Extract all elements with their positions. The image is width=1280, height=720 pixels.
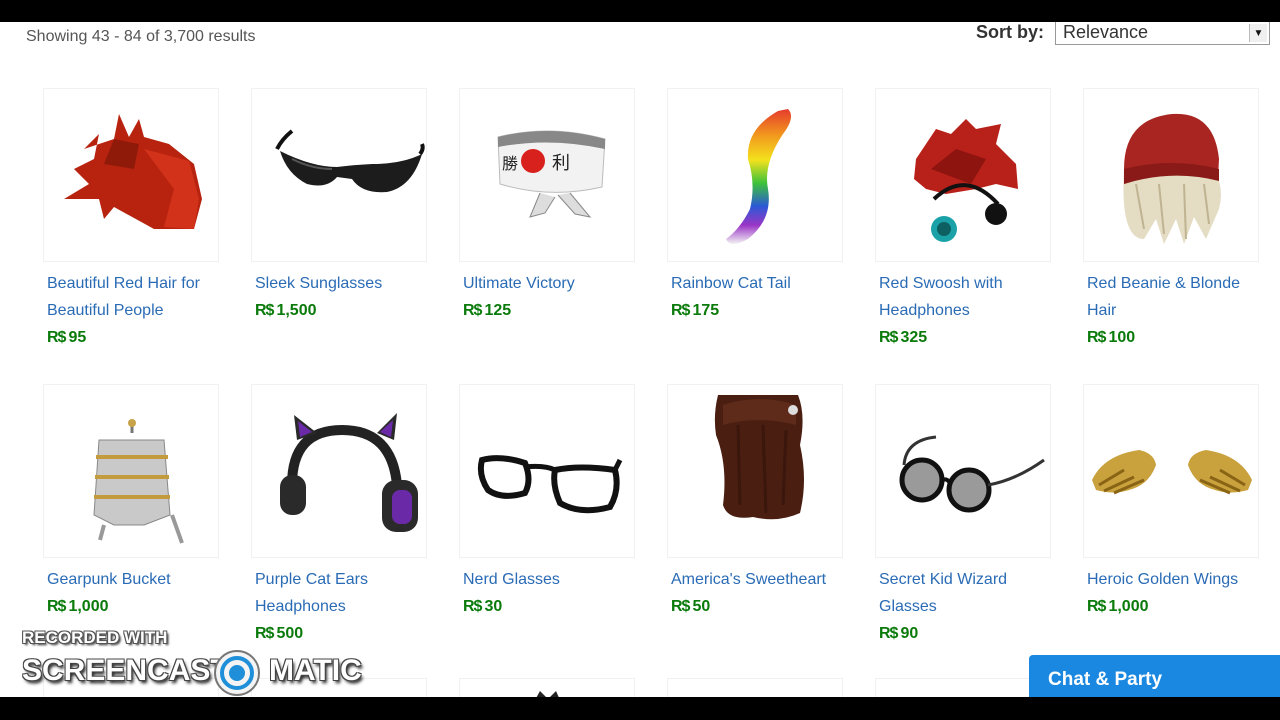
item-name[interactable]: Red Beanie & Blonde Hair R$ 100 (1087, 270, 1267, 351)
screencast-logo-icon (214, 650, 260, 696)
item-name[interactable]: Rainbow Cat Tail R$ 175 (671, 270, 851, 324)
item-price: R$ 95 (47, 329, 87, 346)
item-name[interactable]: Beautiful Red Hair for Beautiful People … (47, 270, 227, 351)
watermark-screencast: SCREENCAST (22, 654, 229, 687)
svg-text:勝: 勝 (502, 154, 518, 173)
item-price: R$ 1,500 (255, 302, 317, 319)
robux-icon: R$ (47, 598, 66, 615)
item-price: R$ 175 (671, 302, 720, 319)
svg-text:利: 利 (552, 153, 570, 174)
item-thumbnail[interactable] (251, 384, 427, 558)
item-thumbnail-partial (536, 691, 559, 697)
chevron-down-icon[interactable]: ▼ (1249, 24, 1267, 42)
brown-hair-icon (714, 395, 804, 520)
golden-wings-icon (1092, 450, 1252, 495)
item-thumbnail[interactable] (251, 88, 427, 262)
item-price: R$ 325 (879, 329, 928, 346)
beanie-blonde-hair-icon (1123, 113, 1221, 244)
item-name[interactable]: Heroic Golden Wings R$ 1,000 (1087, 566, 1267, 620)
item-price: R$ 1,000 (1087, 598, 1149, 615)
item-name[interactable]: Gearpunk Bucket R$ 1,000 (47, 566, 227, 620)
nerd-glasses-icon (477, 455, 623, 514)
headband-icon: 勝 利 (497, 130, 606, 218)
item-price: R$ 100 (1087, 329, 1136, 346)
red-spiky-hair-icon (64, 114, 202, 229)
watermark-matic: MATIC (269, 654, 362, 687)
gearpunk-bucket-icon (93, 419, 184, 544)
item-price: R$ 50 (671, 598, 711, 615)
rainbow-tail-icon (726, 109, 792, 244)
robux-icon: R$ (671, 302, 690, 319)
robux-icon: R$ (255, 302, 274, 319)
catalog-item-partial[interactable] (875, 678, 1051, 697)
round-glasses-icon (899, 435, 1045, 513)
robux-icon: R$ (671, 598, 690, 615)
cat-ears-headphones-icon (280, 413, 418, 532)
item-name[interactable]: Nerd Glasses R$ 30 (463, 566, 643, 620)
robux-icon: R$ (463, 302, 482, 319)
item-price: R$ 125 (463, 302, 512, 319)
catalog-item-partial[interactable] (459, 678, 635, 697)
item-name[interactable]: Secret Kid Wizard Glasses R$ 90 (879, 566, 1059, 647)
screencast-watermark: RECORDED WITH SCREENCAST MATIC (22, 628, 372, 697)
item-price: R$ 90 (879, 625, 919, 642)
item-thumbnail[interactable] (43, 384, 219, 558)
item-thumbnail[interactable] (1083, 384, 1259, 558)
robux-icon: R$ (463, 598, 482, 615)
item-thumbnail[interactable] (667, 88, 843, 262)
item-thumbnail[interactable] (459, 384, 635, 558)
item-thumbnail[interactable] (1083, 88, 1259, 262)
robux-icon: R$ (1087, 598, 1106, 615)
robux-icon: R$ (879, 625, 898, 642)
catalog-page: Showing 43 - 84 of 3,700 results Sort by… (0, 22, 1280, 697)
results-count: Showing 43 - 84 of 3,700 results (26, 28, 256, 45)
sort-selected-value: Relevance (1063, 22, 1149, 42)
red-hair-headphones-icon (914, 119, 1018, 242)
item-name[interactable]: Red Swoosh with Headphones R$ 325 (879, 270, 1059, 351)
item-thumbnail[interactable] (875, 88, 1051, 262)
item-thumbnail[interactable] (43, 88, 219, 262)
sunglasses-icon (275, 129, 425, 193)
robux-icon: R$ (1087, 329, 1106, 346)
item-thumbnail[interactable] (667, 384, 843, 558)
video-top-bar (0, 0, 1280, 22)
video-bottom-bar (0, 697, 1280, 720)
item-thumbnail[interactable] (875, 384, 1051, 558)
item-name[interactable]: America's Sweetheart R$ 50 (671, 566, 851, 620)
robux-icon: R$ (879, 329, 898, 346)
item-name[interactable]: Sleek Sunglasses R$ 1,500 (255, 270, 435, 324)
sort-label: Sort by: (976, 22, 1045, 42)
item-price: R$ 30 (463, 598, 503, 615)
item-name[interactable]: Ultimate Victory R$ 125 (463, 270, 643, 324)
chat-party-button[interactable]: Chat & Party (1029, 655, 1280, 697)
sort-dropdown[interactable]: Relevance ▼ (1055, 22, 1270, 45)
item-thumbnail[interactable]: 勝 利 (459, 88, 635, 262)
item-price: R$ 1,000 (47, 598, 109, 615)
robux-icon: R$ (47, 329, 66, 346)
catalog-item-partial[interactable] (667, 678, 843, 697)
watermark-recorded-with: RECORDED WITH (22, 628, 168, 647)
